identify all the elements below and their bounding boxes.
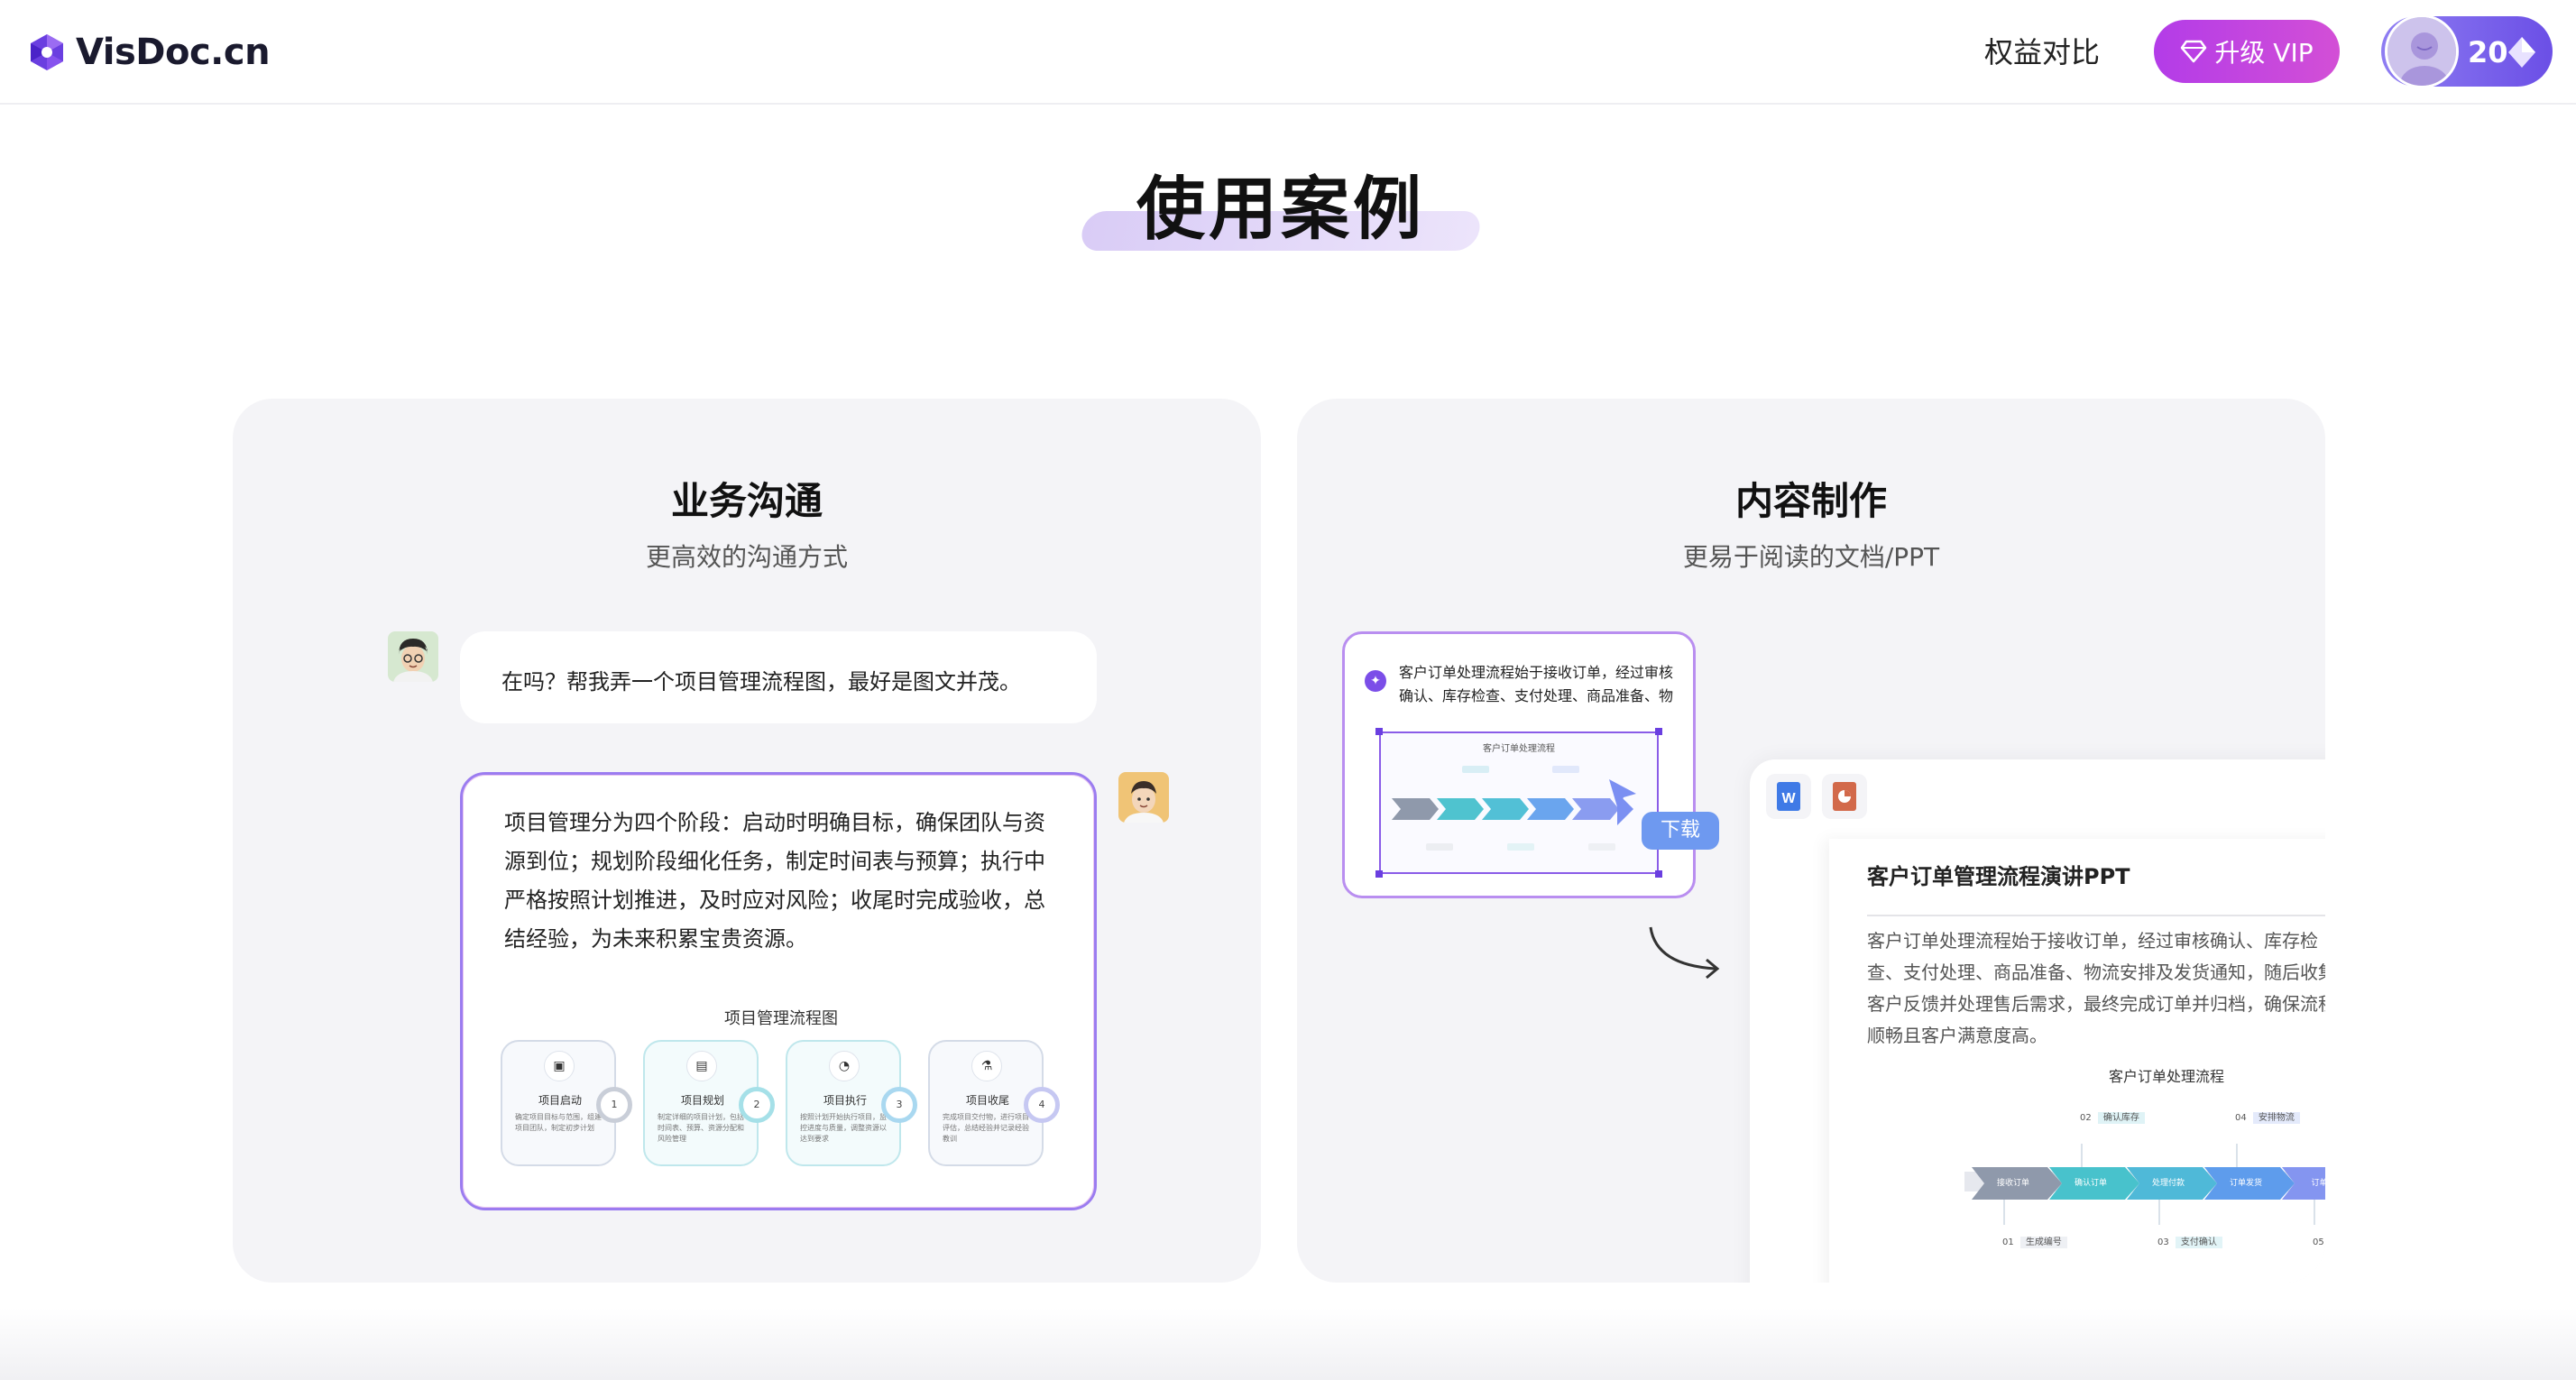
document-page: 客户订单管理流程演讲PPT 客户订单处理流程始于接收订单，经过审核确认、库存检查…: [1829, 839, 2325, 1283]
card-title: 内容制作: [1734, 479, 1887, 523]
bottom-fade: [0, 1308, 2576, 1380]
flow-top-label: 02 确认库存: [2080, 1109, 2145, 1124]
step-number: 4: [1024, 1087, 1060, 1123]
progress-icon: ◔: [829, 1051, 860, 1081]
label-number: 02: [2080, 1113, 2092, 1123]
user-chat-avatar: [388, 631, 438, 682]
doc-title: 客户订单管理流程演讲PPT: [1867, 864, 2130, 889]
mini-chat-card: ✦ 客户订单处理流程始于接收订单，经过审核确认、库存检查、支付处理、商品准备、物…: [1342, 631, 1696, 898]
flask-icon: ⚗: [971, 1051, 1002, 1081]
diamond-icon: [2181, 40, 2207, 63]
benefits-compare-link[interactable]: 权益对比: [1984, 27, 2100, 78]
step-number: 2: [739, 1087, 775, 1123]
step-number: 3: [881, 1087, 917, 1123]
word-doc-icon[interactable]: W: [1766, 774, 1811, 819]
section-title: 使用案例: [1136, 169, 1425, 249]
label-text: 生成编号: [2019, 1237, 2067, 1248]
avatar[interactable]: [2385, 14, 2459, 88]
flow-arrow-label: 处理付款: [2151, 1179, 2185, 1188]
upgrade-vip-label: 升级 VIP: [2214, 38, 2314, 68]
use-case-card-content: 内容制作 更易于阅读的文档/PPT ✦ 客户订单处理流程始于接收订单，经过审核确…: [1297, 399, 2325, 1283]
label-number: 03: [2157, 1237, 2169, 1247]
flow-arrow-label: 确认订单: [2074, 1179, 2107, 1188]
document-preview-panel: W 客户订单管理流程演讲PPT 客户订单处理流程始于接收订单，经过审核确认、库存…: [1750, 759, 2325, 1283]
label-number: 01: [2002, 1237, 2014, 1247]
card-subtitle: 更高效的沟通方式: [645, 542, 848, 572]
flow-bottom-label: 03 支付确认: [2157, 1234, 2222, 1248]
use-case-card-business: 业务沟通 更高效的沟通方式 在吗？帮我弄一个项目管理流程图，最好是图文并茂。 项…: [233, 399, 1261, 1283]
label-number: 04: [2235, 1113, 2247, 1123]
ai-message-text: 项目管理分为四个阶段：启动时明确目标，确保团队与资源到位；规划阶段细化任务，制定…: [504, 810, 1045, 952]
flow-bottom-label: 05 售后: [2313, 1234, 2325, 1247]
label-text: 支付确认: [2175, 1237, 2222, 1248]
user-avatar-icon: [388, 631, 438, 682]
gem-icon: [2508, 37, 2535, 68]
card-title: 业务沟通: [670, 479, 823, 523]
step-number: 1: [596, 1087, 632, 1123]
sparkle-icon: ✦: [1365, 670, 1386, 692]
download-button[interactable]: 下载: [1642, 812, 1719, 850]
section-title-wrap: 使用案例: [1078, 153, 1484, 253]
step-desc: 确定项目目标与范围，组建项目团队，制定初步计划: [515, 1113, 602, 1132]
flow-arrow-label: 订单发货: [2229, 1179, 2262, 1188]
document-icon: ▤: [686, 1051, 717, 1081]
divider: [1867, 915, 2325, 916]
resize-handle[interactable]: [1375, 870, 1383, 878]
cursor-icon: [1609, 779, 1636, 810]
curved-arrow-icon: [1649, 926, 1720, 980]
label-text: 安排物流: [2252, 1112, 2300, 1124]
step-desc: 制定详细的项目计划，包括时间表、预算、资源分配和风险管理: [658, 1113, 744, 1143]
resize-handle[interactable]: [1655, 870, 1662, 878]
visdoc-logo-icon: [31, 34, 63, 70]
logo-text: VisDoc.cn: [76, 32, 271, 73]
doc-flow-title: 客户订单处理流程: [2109, 1068, 2225, 1085]
assistant-avatar-icon: [1118, 772, 1169, 823]
credit-count: 20: [2468, 35, 2508, 69]
resize-handle[interactable]: [1655, 728, 1662, 735]
mini-diagram-title: 客户订单处理流程: [1483, 744, 1555, 754]
upgrade-vip-button[interactable]: 升级 VIP: [2154, 20, 2340, 83]
label-text: 确认库存: [2097, 1112, 2145, 1124]
label-number: 05: [2313, 1237, 2324, 1247]
resize-handle[interactable]: [1375, 728, 1383, 735]
flow-arrow-label: 接收订单: [1996, 1179, 2029, 1188]
ppt-doc-icon[interactable]: [1822, 774, 1867, 819]
step-desc: 按照计划开始执行项目，监控进度与质量，调整资源以达到要求: [800, 1113, 887, 1143]
doc-body: 客户订单处理流程始于接收订单，经过审核确认、库存检查、支付处理、商品准备、物流安…: [1867, 930, 2325, 1046]
flow-top-label: 04 安排物流: [2235, 1109, 2300, 1124]
ai-chat-avatar: [1118, 772, 1169, 823]
ai-message-bubble: 项目管理分为四个阶段：启动时明确目标，确保团队与资源到位；规划阶段细化任务，制定…: [460, 772, 1097, 1210]
briefcase-icon: ▣: [544, 1051, 575, 1081]
ppt-doc-glyph: [1833, 782, 1856, 811]
mini-chat-text: 客户订单处理流程始于接收订单，经过审核确认、库存检查、支付处理、商品准备、物: [1399, 664, 1674, 704]
flow-bottom-label: 01 生成编号: [2002, 1234, 2067, 1248]
svg-text:W: W: [1781, 791, 1796, 806]
user-message-bubble: 在吗？帮我弄一个项目管理流程图，最好是图文并茂。: [460, 631, 1097, 723]
logo[interactable]: VisDoc.cn: [27, 27, 271, 78]
step-desc: 完成项目交付物，进行项目评估，总结经验并记录经验教训: [943, 1113, 1029, 1143]
top-header: VisDoc.cn 权益对比 升级 VIP 20: [0, 0, 2576, 105]
diagram-title: 项目管理流程图: [724, 1009, 838, 1028]
card-subtitle: 更易于阅读的文档/PPT: [1682, 542, 1940, 572]
word-doc-glyph: W: [1777, 782, 1800, 811]
flow-arrow-label: 订单确: [2311, 1179, 2325, 1188]
